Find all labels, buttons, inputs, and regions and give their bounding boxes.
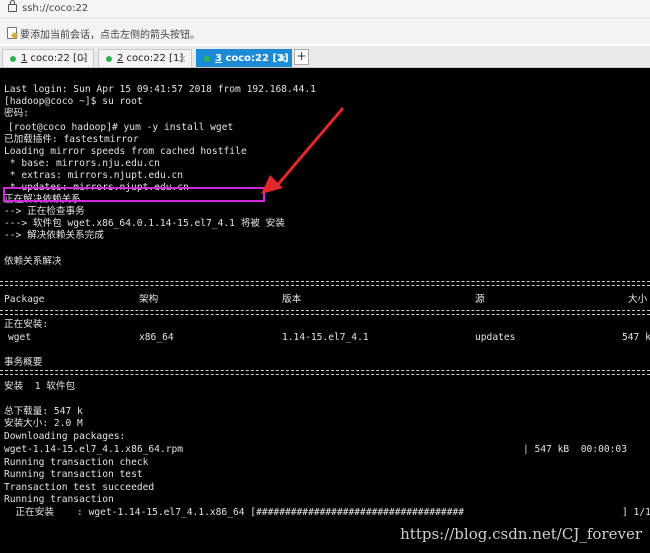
- table-header-version: 版本: [282, 294, 302, 305]
- terminal-line: Transaction test succeeded: [4, 482, 155, 493]
- terminal-line: Running transaction check: [4, 457, 149, 468]
- table-header-package: Package: [4, 294, 45, 305]
- status-dot-icon: [10, 56, 16, 62]
- close-icon[interactable]: ×: [278, 52, 287, 65]
- terminal-line: --> 正在检查事务: [4, 206, 85, 217]
- status-dot-icon: [204, 56, 210, 62]
- table-header-size: 大小: [628, 294, 648, 305]
- annotation-arrow-icon: [261, 107, 345, 194]
- status-dot-icon: [106, 56, 112, 62]
- table-row-arch: x86_64: [139, 332, 174, 343]
- terminal-line: --> 解决依赖关系完成: [4, 230, 104, 241]
- table-header-repo: 源: [475, 294, 485, 305]
- terminal-line: ---> 软件包 wget.x86_64.0.1.14-15.el7_4.1 将…: [4, 218, 285, 229]
- table-separator: [0, 281, 650, 286]
- table-row-repo: updates: [475, 332, 516, 343]
- table-row-size: 547 k: [622, 332, 650, 343]
- terminal-line: Downloading packages:: [4, 431, 126, 442]
- session-hint-bar: 要添加当前会话，点击左侧的箭头按钮。: [0, 20, 650, 44]
- terminal-line: 安装 1 软件包: [4, 381, 76, 392]
- tab-session-2[interactable]: 3 coco:22 [2] ×: [196, 49, 292, 67]
- terminal-line: * extras: mirrors.njupt.edu.cn: [4, 170, 184, 181]
- terminal-line: Loading mirror speeds from cached hostfi…: [4, 146, 247, 157]
- table-header-arch: 架构: [139, 294, 159, 305]
- terminal-line: [hadoop@coco ~]$ su root: [4, 96, 143, 107]
- progress-tail: ] 1/1: [622, 507, 650, 518]
- bookmark-arrow-icon[interactable]: [7, 27, 17, 39]
- terminal-line: 已加载插件: fastestmirror: [4, 134, 139, 145]
- terminal-line: wget-1.14-15.el7_4.1.x86_64.rpm: [4, 444, 184, 455]
- download-stat: | 547 kB 00:00:03: [523, 444, 627, 455]
- lock-icon: [8, 0, 17, 12]
- terminal-line: 总下载量: 547 k: [4, 406, 83, 417]
- tab-bar: 1 coco:22 [0] × 2 coco:22 [1] × 3 coco:2…: [0, 46, 650, 68]
- terminal[interactable]: Last login: Sun Apr 15 09:41:57 2018 fro…: [0, 68, 650, 553]
- table-row-version: 1.14-15.el7_4.1: [282, 332, 369, 343]
- close-icon[interactable]: ×: [178, 52, 187, 65]
- terminal-line: 事务概要: [4, 357, 43, 368]
- terminal-command-line: [root@coco hadoop]# yum -y install wget: [8, 122, 234, 133]
- watermark: https://blog.csdn.net/CJ_forever: [400, 525, 642, 543]
- terminal-line: Running transaction: [4, 494, 114, 505]
- terminal-line: 正在安装:: [4, 319, 49, 330]
- close-icon[interactable]: ×: [80, 52, 89, 65]
- address-url: ssh://coco:22: [22, 3, 89, 14]
- terminal-line: 依赖关系解决: [4, 256, 62, 267]
- table-separator: [0, 370, 650, 375]
- hint-text: 要添加当前会话，点击左侧的箭头按钮。: [20, 30, 200, 41]
- tab-session-0[interactable]: 1 coco:22 [0] ×: [2, 49, 94, 67]
- address-bar[interactable]: ssh://coco:22: [0, 0, 650, 19]
- tab-session-1[interactable]: 2 coco:22 [1] ×: [98, 49, 192, 67]
- new-tab-button[interactable]: +: [294, 49, 309, 65]
- table-separator: [0, 310, 650, 315]
- table-row-package: wget: [8, 332, 32, 343]
- terminal-line: Running transaction test: [4, 469, 143, 480]
- terminal-line: * base: mirrors.nju.edu.cn: [4, 158, 160, 169]
- terminal-line: 密码:: [4, 108, 29, 119]
- highlight-box: [3, 187, 265, 202]
- terminal-line: 正在安装 : wget-1.14-15.el7_4.1.x86_64 [####…: [4, 507, 465, 518]
- terminal-line: Last login: Sun Apr 15 09:41:57 2018 fro…: [4, 84, 316, 95]
- terminal-line: 安装大小: 2.0 M: [4, 418, 83, 429]
